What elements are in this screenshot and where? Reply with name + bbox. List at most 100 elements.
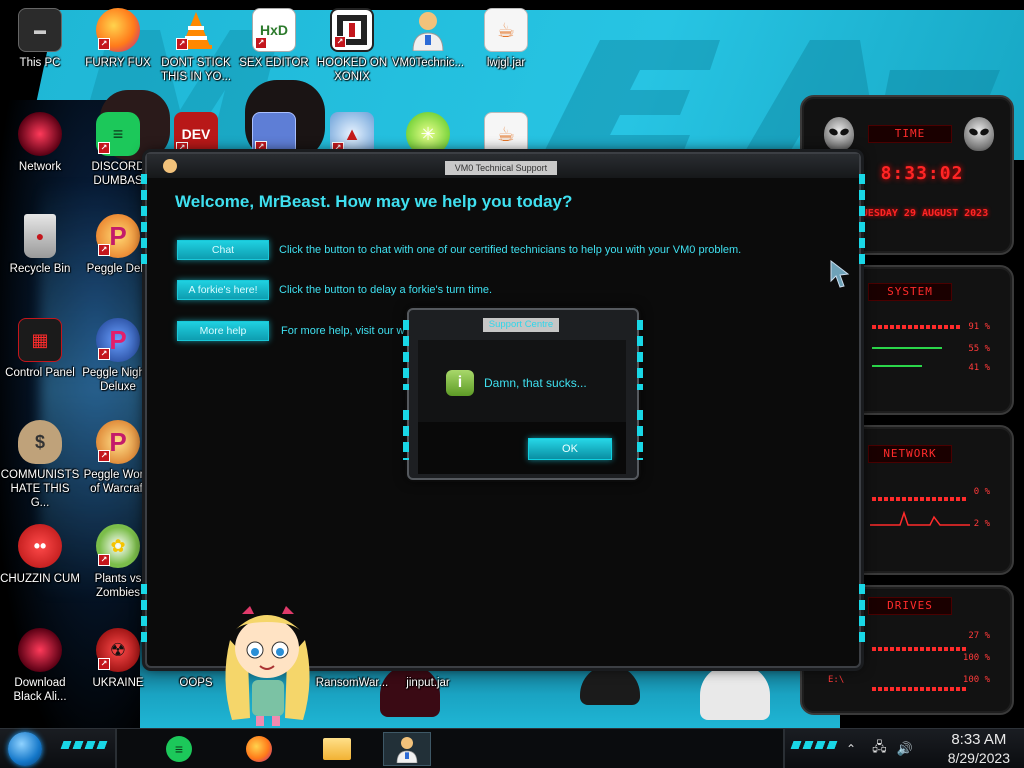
welcome-heading: Welcome, MrBeast. How may we help you to…: [175, 192, 573, 211]
chat-button[interactable]: Chat: [177, 240, 269, 260]
taskbar-clock[interactable]: 8:33 AM 8/29/2023: [948, 731, 1010, 767]
download-value: 2 %: [973, 519, 990, 529]
alien-head-icon: [824, 117, 854, 151]
discord-icon: ≡: [166, 736, 192, 762]
gadget-title: NETWORK: [868, 445, 952, 463]
gadget-title: SYSTEM: [868, 283, 952, 301]
plants-icon: ✿ ↗: [96, 524, 140, 568]
desktop-icon-label: lwjgl.jar: [486, 57, 526, 69]
system-tray: ⌃ 🖧 🔊: [846, 729, 913, 768]
gadget-clock-digits: 8:33:02: [880, 163, 964, 184]
desktop-icon-label: This PC: [19, 57, 61, 69]
more-help-button[interactable]: More help: [177, 321, 269, 341]
swap-value: 41 %: [968, 363, 990, 373]
desktop-icon-this-pc[interactable]: ▬ This PC: [0, 8, 80, 70]
taskbar-lights: [790, 741, 838, 749]
dialog-frame-lights: [403, 320, 409, 390]
drive-bar: [872, 687, 968, 691]
dialog-frame-lights: [403, 410, 409, 460]
devcpp-icon: DEV ↗: [174, 112, 218, 156]
upload-value: 0 %: [973, 487, 990, 497]
clock-date: 8/29/2023: [947, 750, 1010, 766]
chuzzle-icon: ••: [18, 524, 62, 568]
gadget-clock-date: TUESDAY 29 AUGUST 2023: [855, 208, 989, 219]
taskbar-discord[interactable]: ≡: [155, 732, 203, 766]
money-bag-icon: $: [18, 420, 62, 464]
peggle-nights-icon: P ↗: [96, 318, 140, 362]
swap-bar: [872, 365, 922, 367]
gadget-title: TIME: [868, 125, 952, 143]
forkie-button[interactable]: A forkie's here!: [177, 280, 269, 300]
taskbar-apps-area: ≡: [115, 729, 785, 768]
control-panel-icon: ▦: [18, 318, 62, 362]
cpu-value: 91 %: [968, 322, 990, 332]
more-help-description: For more help, visit our w: [281, 325, 405, 337]
desktop-icon-label: VM0Technic...: [391, 57, 465, 69]
support-centre-dialog[interactable]: Support Centre i Damn, that sucks... OK: [403, 308, 643, 480]
desktop-icon-communists[interactable]: $ COMMUNISTS HATE THIS G...: [0, 420, 80, 510]
window-frame-lights: [141, 584, 147, 644]
desktop-icon-label: RansomWar...: [315, 677, 389, 689]
desktop-icon-label: UKRAINE: [92, 677, 144, 689]
technician-icon: [406, 8, 450, 52]
folder-icon: [323, 738, 351, 760]
drive-value: 100 %: [962, 653, 990, 663]
taskbar-file-explorer[interactable]: [313, 732, 361, 766]
desktop-icon-dont-stick[interactable]: ↗ DONT STICK THIS IN YO...: [156, 8, 236, 84]
desktop-icon-label: HOOKED ON XONIX: [316, 57, 388, 83]
drive-label: E:\: [828, 675, 845, 685]
window-frame-lights: [859, 584, 865, 644]
dialog-frame-lights: [637, 410, 643, 460]
network-graph: [870, 510, 970, 526]
desktop-icon-hooked-on-xonix[interactable]: ↗ HOOKED ON XONIX: [312, 8, 392, 84]
window-titlebar[interactable]: VM0 Technical Support: [147, 154, 859, 178]
desktop-icon-label: DONT STICK THIS IN YO...: [160, 57, 232, 83]
drive-value: 100 %: [962, 675, 990, 685]
desktop-icon-chuzzin[interactable]: •• CHUZZIN CUM: [0, 524, 80, 586]
taskbar-lights: [60, 741, 108, 749]
taskbar-firefox[interactable]: [235, 732, 283, 766]
desktop-icon-download-black[interactable]: Download Black Ali...: [0, 628, 80, 704]
desktop-icon-sex-editor[interactable]: HxD ↗ SEX EDITOR: [234, 8, 314, 70]
network-icon[interactable]: 🖧: [872, 738, 887, 760]
window-title: VM0 Technical Support: [445, 161, 557, 175]
cpu-bar: [872, 325, 962, 329]
gadget-title: DRIVES: [868, 597, 952, 615]
info-icon: i: [446, 370, 474, 396]
ok-button[interactable]: OK: [528, 438, 612, 460]
desktop-icon-label: Network: [18, 161, 62, 173]
technician-icon: [396, 737, 418, 763]
desktop-icon-recycle-bin[interactable]: ● Recycle Bin: [0, 214, 80, 276]
peggle-wow-icon: P ↗: [96, 420, 140, 464]
chat-description: Click the button to chat with one of our…: [279, 244, 742, 256]
window-frame-lights: [859, 174, 865, 264]
start-button[interactable]: [8, 732, 42, 766]
desktop-icon-label: Recycle Bin: [9, 263, 71, 275]
taskbar-vm0-support[interactable]: [383, 732, 431, 766]
dialog-frame-lights: [637, 320, 643, 390]
alien-head-icon: [964, 117, 994, 151]
desktop-icon-vm0-technician[interactable]: VM0Technic...: [388, 8, 468, 70]
peggle-icon: P ↗: [96, 214, 140, 258]
upload-bar: [872, 497, 968, 501]
desktop-icon-label: COMMUNISTS HATE THIS G...: [0, 469, 80, 509]
id-card-icon: ↗: [252, 112, 296, 156]
window-frame-lights: [141, 174, 147, 264]
desktop-icon-control-panel[interactable]: ▦ Control Panel: [0, 318, 80, 380]
desktop-icon-furry-fux[interactable]: ↗ FURRY FUX: [78, 8, 158, 70]
dialog-title: Support Centre: [483, 318, 559, 332]
forkie-description: Click the button to delay a forkie's tur…: [279, 284, 493, 296]
chevron-up-icon[interactable]: ⌃: [846, 742, 856, 756]
computer-icon: ▬: [18, 8, 62, 52]
volume-icon[interactable]: 🔊: [897, 741, 913, 757]
desktop-icon-label: Control Panel: [5, 367, 75, 379]
network-globe-icon: [18, 112, 62, 156]
firefox-icon: ↗: [96, 8, 140, 52]
drive-value: 27 %: [968, 631, 990, 641]
desktop-icon-label: Download Black Ali...: [13, 677, 67, 703]
desktop-icon-lwjgl[interactable]: ☕ lwjgl.jar: [466, 8, 546, 70]
dialog-body: i Damn, that sucks...: [418, 340, 626, 422]
ram-value: 55 %: [968, 344, 990, 354]
taskbar: ≡ ⌃ 🖧 🔊 8:33 AM 8/29/2023: [0, 728, 1024, 768]
desktop-icon-network[interactable]: Network: [0, 112, 80, 174]
